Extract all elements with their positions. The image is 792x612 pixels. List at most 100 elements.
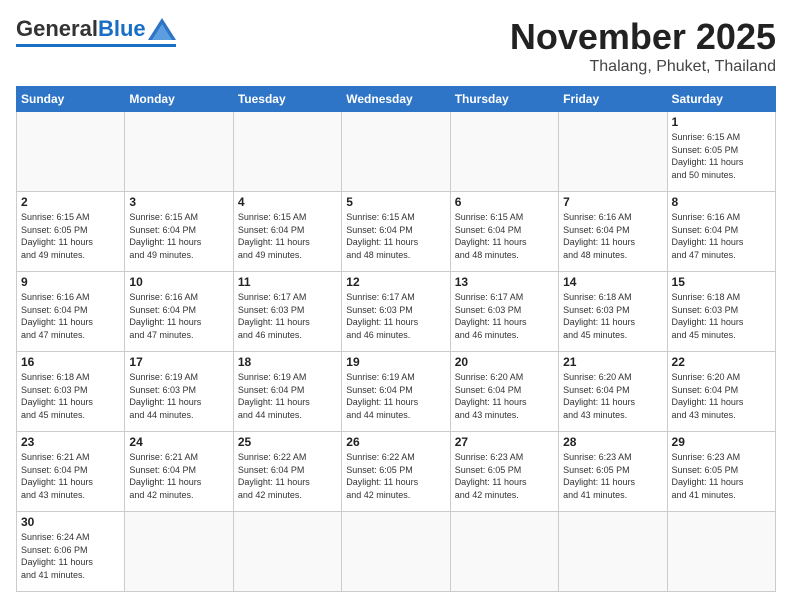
cell-info: Sunrise: 6:21 AM Sunset: 6:04 PM Dayligh… — [129, 451, 228, 501]
calendar-cell: 5Sunrise: 6:15 AM Sunset: 6:04 PM Daylig… — [342, 192, 450, 272]
calendar-cell — [233, 112, 341, 192]
calendar-cell: 6Sunrise: 6:15 AM Sunset: 6:04 PM Daylig… — [450, 192, 558, 272]
calendar-cell: 22Sunrise: 6:20 AM Sunset: 6:04 PM Dayli… — [667, 352, 775, 432]
calendar-week-5: 30 Sunrise: 6:24 AM Sunset: 6:06 PM Dayli… — [17, 512, 776, 592]
day-number: 22 — [672, 355, 771, 369]
logo: General Blue — [16, 16, 176, 47]
calendar-cell: 11 Sunrise: 6:17 AM Sunset: 6:03 PM Dayli… — [233, 272, 341, 352]
day-number: 27 — [455, 435, 554, 449]
calendar-cell — [233, 512, 341, 592]
calendar-cell: 7Sunrise: 6:16 AM Sunset: 6:04 PM Daylig… — [559, 192, 667, 272]
calendar-cell: 27 Sunrise: 6:23 AM Sunset: 6:05 PM Dayli… — [450, 432, 558, 512]
cell-info: Sunrise: 6:24 AM Sunset: 6:06 PM Dayligh… — [21, 531, 120, 581]
calendar-cell — [450, 112, 558, 192]
calendar-cell — [559, 512, 667, 592]
calendar-cell: 9Sunrise: 6:16 AM Sunset: 6:04 PM Daylig… — [17, 272, 125, 352]
cell-info: Sunrise: 6:23 AM Sunset: 6:05 PM Dayligh… — [455, 451, 554, 501]
calendar-table: SundayMondayTuesdayWednesdayThursdayFrid… — [16, 86, 776, 592]
calendar-cell: 18 Sunrise: 6:19 AM Sunset: 6:04 PM Dayli… — [233, 352, 341, 432]
calendar-cell — [342, 112, 450, 192]
day-number: 21 — [563, 355, 662, 369]
calendar-cell: 14 Sunrise: 6:18 AM Sunset: 6:03 PM Dayli… — [559, 272, 667, 352]
title-section: November 2025 Thalang, Phuket, Thailand — [510, 16, 776, 76]
day-number: 15 — [672, 275, 771, 289]
calendar-cell — [17, 112, 125, 192]
calendar-cell: 3Sunrise: 6:15 AM Sunset: 6:04 PM Daylig… — [125, 192, 233, 272]
logo-blue: Blue — [98, 16, 146, 42]
day-number: 23 — [21, 435, 120, 449]
calendar-cell: 15 Sunrise: 6:18 AM Sunset: 6:03 PM Dayli… — [667, 272, 775, 352]
cell-info: Sunrise: 6:19 AM Sunset: 6:04 PM Dayligh… — [238, 371, 337, 421]
calendar-week-1: 2 Sunrise: 6:15 AM Sunset: 6:05 PM Daylig… — [17, 192, 776, 272]
day-number: 5 — [346, 195, 445, 209]
weekday-wednesday: Wednesday — [342, 87, 450, 112]
day-number: 7 — [563, 195, 662, 209]
cell-info: Sunrise: 6:15 AM Sunset: 6:04 PM Dayligh… — [455, 211, 554, 261]
day-number: 12 — [346, 275, 445, 289]
day-number: 3 — [129, 195, 228, 209]
cell-info: Sunrise: 6:20 AM Sunset: 6:04 PM Dayligh… — [563, 371, 662, 421]
weekday-thursday: Thursday — [450, 87, 558, 112]
day-number: 14 — [563, 275, 662, 289]
day-number: 18 — [238, 355, 337, 369]
calendar-week-4: 23 Sunrise: 6:21 AM Sunset: 6:04 PM Dayli… — [17, 432, 776, 512]
weekday-monday: Monday — [125, 87, 233, 112]
day-number: 25 — [238, 435, 337, 449]
cell-info: Sunrise: 6:15 AM Sunset: 6:04 PM Dayligh… — [238, 211, 337, 261]
calendar-cell: 19 Sunrise: 6:19 AM Sunset: 6:04 PM Dayli… — [342, 352, 450, 432]
day-number: 16 — [21, 355, 120, 369]
day-number: 13 — [455, 275, 554, 289]
day-number: 10 — [129, 275, 228, 289]
cell-info: Sunrise: 6:21 AM Sunset: 6:04 PM Dayligh… — [21, 451, 120, 501]
cell-info: Sunrise: 6:15 AM Sunset: 6:05 PM Dayligh… — [21, 211, 120, 261]
cell-info: Sunrise: 6:23 AM Sunset: 6:05 PM Dayligh… — [672, 451, 771, 501]
day-number: 29 — [672, 435, 771, 449]
weekday-tuesday: Tuesday — [233, 87, 341, 112]
day-number: 20 — [455, 355, 554, 369]
day-number: 19 — [346, 355, 445, 369]
cell-info: Sunrise: 6:22 AM Sunset: 6:05 PM Dayligh… — [346, 451, 445, 501]
calendar-cell: 23 Sunrise: 6:21 AM Sunset: 6:04 PM Dayli… — [17, 432, 125, 512]
calendar-cell: 25 Sunrise: 6:22 AM Sunset: 6:04 PM Dayli… — [233, 432, 341, 512]
day-number: 30 — [21, 515, 120, 529]
day-number: 11 — [238, 275, 337, 289]
calendar-cell: 29 Sunrise: 6:23 AM Sunset: 6:05 PM Dayli… — [667, 432, 775, 512]
cell-info: Sunrise: 6:16 AM Sunset: 6:04 PM Dayligh… — [129, 291, 228, 341]
weekday-sunday: Sunday — [17, 87, 125, 112]
cell-info: Sunrise: 6:16 AM Sunset: 6:04 PM Dayligh… — [672, 211, 771, 261]
calendar-body: 1 Sunrise: 6:15 AM Sunset: 6:05 PM Daylig… — [17, 112, 776, 592]
cell-info: Sunrise: 6:19 AM Sunset: 6:04 PM Dayligh… — [346, 371, 445, 421]
cell-info: Sunrise: 6:17 AM Sunset: 6:03 PM Dayligh… — [346, 291, 445, 341]
day-number: 24 — [129, 435, 228, 449]
calendar-cell: 13 Sunrise: 6:17 AM Sunset: 6:03 PM Dayli… — [450, 272, 558, 352]
calendar-week-3: 16 Sunrise: 6:18 AM Sunset: 6:03 PM Dayli… — [17, 352, 776, 432]
month-title: November 2025 — [510, 16, 776, 58]
calendar-cell: 8Sunrise: 6:16 AM Sunset: 6:04 PM Daylig… — [667, 192, 775, 272]
calendar-cell — [125, 512, 233, 592]
calendar-cell — [342, 512, 450, 592]
cell-info: Sunrise: 6:17 AM Sunset: 6:03 PM Dayligh… — [238, 291, 337, 341]
cell-info: Sunrise: 6:17 AM Sunset: 6:03 PM Dayligh… — [455, 291, 554, 341]
calendar-cell — [559, 112, 667, 192]
cell-info: Sunrise: 6:18 AM Sunset: 6:03 PM Dayligh… — [21, 371, 120, 421]
calendar-cell: 21 Sunrise: 6:20 AM Sunset: 6:04 PM Dayli… — [559, 352, 667, 432]
calendar-week-0: 1Sunrise: 6:15 AM Sunset: 6:05 PM Daylig… — [17, 112, 776, 192]
calendar-cell: 4Sunrise: 6:15 AM Sunset: 6:04 PM Daylig… — [233, 192, 341, 272]
calendar-cell: 30 Sunrise: 6:24 AM Sunset: 6:06 PM Dayli… — [17, 512, 125, 592]
calendar-week-2: 9Sunrise: 6:16 AM Sunset: 6:04 PM Daylig… — [17, 272, 776, 352]
calendar-cell: 1Sunrise: 6:15 AM Sunset: 6:05 PM Daylig… — [667, 112, 775, 192]
cell-info: Sunrise: 6:18 AM Sunset: 6:03 PM Dayligh… — [672, 291, 771, 341]
logo-general: General — [16, 16, 98, 42]
calendar-cell: 12 Sunrise: 6:17 AM Sunset: 6:03 PM Dayli… — [342, 272, 450, 352]
calendar-cell — [450, 512, 558, 592]
calendar-cell — [125, 112, 233, 192]
day-number: 2 — [21, 195, 120, 209]
calendar-cell: 24 Sunrise: 6:21 AM Sunset: 6:04 PM Dayli… — [125, 432, 233, 512]
logo-underline — [16, 44, 176, 47]
day-number: 1 — [672, 115, 771, 129]
cell-info: Sunrise: 6:16 AM Sunset: 6:04 PM Dayligh… — [21, 291, 120, 341]
cell-info: Sunrise: 6:22 AM Sunset: 6:04 PM Dayligh… — [238, 451, 337, 501]
cell-info: Sunrise: 6:18 AM Sunset: 6:03 PM Dayligh… — [563, 291, 662, 341]
logo-icon — [148, 18, 176, 40]
day-number: 17 — [129, 355, 228, 369]
